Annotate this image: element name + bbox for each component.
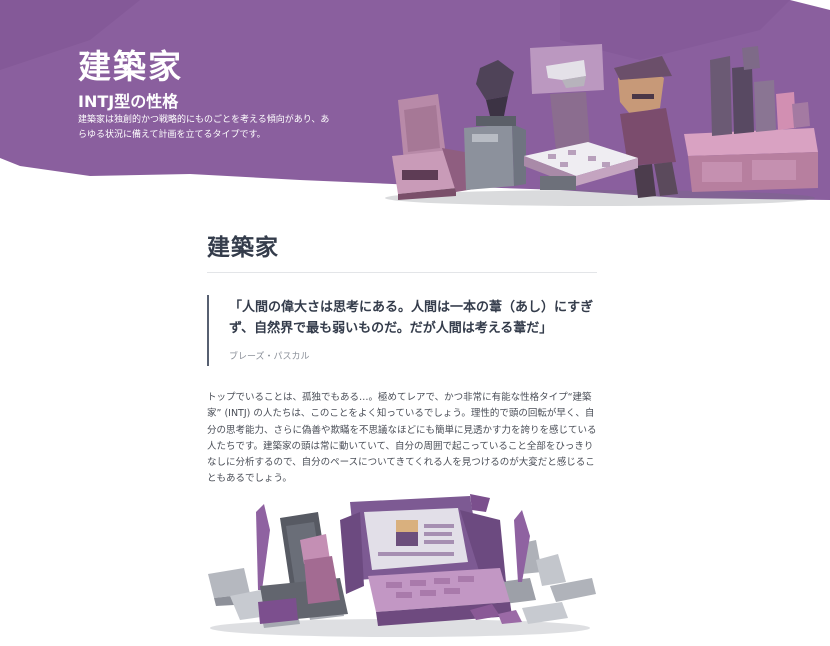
article: 建築家 「人間の偉大さは思考にある。人間は一本の葦（あし）にすぎず、自然界で最も… [207, 228, 597, 488]
quote-author: ブレーズ・パスカル [229, 352, 310, 362]
city-model-desk-icon [684, 46, 818, 192]
hero-description: 建築家は独創的かつ戦略的にものごとを考える傾向があり、あらゆる状況に備えて計画を… [78, 115, 330, 140]
article-body: トップでいることは、孤独でもある…。極めてレアで、かつ非常に有能な性格タイプ“建… [207, 392, 597, 485]
architect-workshop-illustration [385, 44, 818, 206]
hero-subtitle: INTJ型の性格 [78, 92, 179, 111]
drafting-table-icon [524, 142, 638, 190]
display-case-icon [530, 44, 604, 150]
article-title: 建築家 [207, 228, 597, 273]
hero-title: 建築家 [78, 47, 183, 86]
quote-text: 「人間の偉大さは思考にある。人間は一本の葦（あし）にすぎず、自然界で最も弱いもの… [229, 300, 594, 336]
throne-icon [258, 512, 348, 624]
hero-banner: 建築家 INTJ型の性格 建築家は独創的かつ戦略的にものごとを考える傾向があり、… [0, 0, 830, 210]
architect-figure-icon [614, 56, 678, 198]
pull-quote: 「人間の偉大さは思考にある。人間は一本の葦（あし）にすぎず、自然界で最も弱いもの… [207, 295, 597, 366]
architect-throne-illustration [208, 494, 596, 637]
pedestal-icon [464, 60, 526, 190]
